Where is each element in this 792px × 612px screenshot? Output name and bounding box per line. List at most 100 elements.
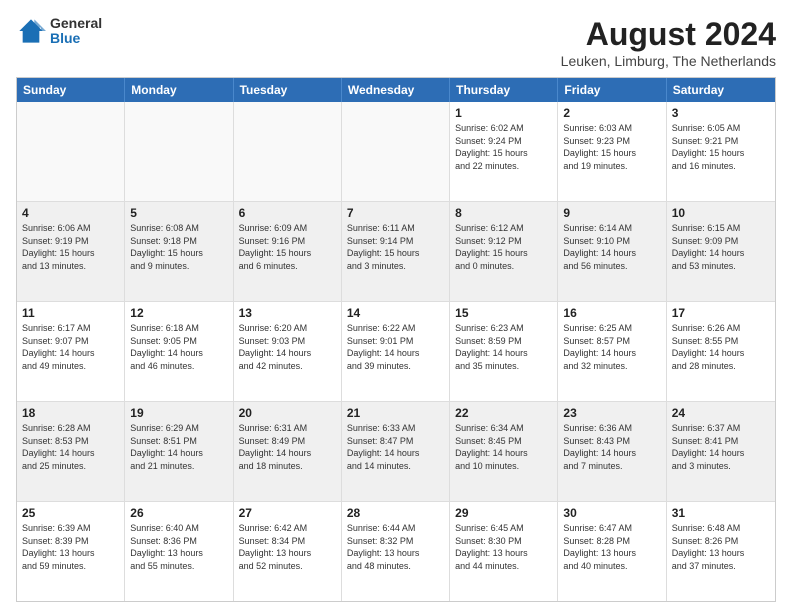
main-title: August 2024 [561,16,776,53]
calendar-cell: 30 Sunrise: 6:47 AM Sunset: 8:28 PM Dayli… [558,502,666,601]
day-info: Sunrise: 6:28 AM Sunset: 8:53 PM Dayligh… [22,422,119,472]
day-number: 26 [130,506,227,520]
calendar-cell: 20 Sunrise: 6:31 AM Sunset: 8:49 PM Dayli… [234,402,342,501]
day-info: Sunrise: 6:08 AM Sunset: 9:18 PM Dayligh… [130,222,227,272]
day-info: Sunrise: 6:15 AM Sunset: 9:09 PM Dayligh… [672,222,770,272]
calendar-cell: 21Sunrise: 6:33 AM Sunset: 8:47 PM Dayli… [342,402,450,501]
day-number: 28 [347,506,444,520]
page: General Blue August 2024 Leuken, Limburg… [0,0,792,612]
calendar-cell: 15Sunrise: 6:23 AM Sunset: 8:59 PM Dayli… [450,302,558,401]
day-number: 30 [563,506,660,520]
day-number: 22 [455,406,552,420]
day-info: Sunrise: 6:11 AM Sunset: 9:14 PM Dayligh… [347,222,444,272]
day-number: 21 [347,406,444,420]
calendar-cell: 24Sunrise: 6:37 AM Sunset: 8:41 PM Dayli… [667,402,775,501]
day-number: 6 [239,206,336,220]
day-number: 24 [672,406,770,420]
calendar-cell: 10Sunrise: 6:15 AM Sunset: 9:09 PM Dayli… [667,202,775,301]
header: General Blue August 2024 Leuken, Limburg… [16,16,776,69]
calendar-cell: 6 Sunrise: 6:09 AM Sunset: 9:16 PM Daylig… [234,202,342,301]
calendar-header-day: Friday [558,78,666,102]
calendar-cell: 22 Sunrise: 6:34 AM Sunset: 8:45 PM Dayli… [450,402,558,501]
calendar-header-day: Thursday [450,78,558,102]
day-number: 25 [22,506,119,520]
day-number: 18 [22,406,119,420]
day-number: 23 [563,406,660,420]
day-info: Sunrise: 6:31 AM Sunset: 8:49 PM Dayligh… [239,422,336,472]
calendar-cell: 5 Sunrise: 6:08 AM Sunset: 9:18 PM Daylig… [125,202,233,301]
day-number: 31 [672,506,770,520]
day-number: 9 [563,206,660,220]
logo-blue: Blue [50,30,80,46]
day-number: 13 [239,306,336,320]
day-info: Sunrise: 6:18 AM Sunset: 9:05 PM Dayligh… [130,322,227,372]
day-info: Sunrise: 6:44 AM Sunset: 8:32 PM Dayligh… [347,522,444,572]
calendar-cell: 23 Sunrise: 6:36 AM Sunset: 8:43 PM Dayli… [558,402,666,501]
day-number: 3 [672,106,770,120]
calendar-cell: 18 Sunrise: 6:28 AM Sunset: 8:53 PM Dayli… [17,402,125,501]
day-number: 17 [672,306,770,320]
day-info: Sunrise: 6:20 AM Sunset: 9:03 PM Dayligh… [239,322,336,372]
day-info: Sunrise: 6:45 AM Sunset: 8:30 PM Dayligh… [455,522,552,572]
logo-general: General [50,15,102,31]
calendar-cell: 2Sunrise: 6:03 AM Sunset: 9:23 PM Daylig… [558,102,666,201]
day-info: Sunrise: 6:05 AM Sunset: 9:21 PM Dayligh… [672,122,770,172]
day-info: Sunrise: 6:26 AM Sunset: 8:55 PM Dayligh… [672,322,770,372]
day-info: Sunrise: 6:09 AM Sunset: 9:16 PM Dayligh… [239,222,336,272]
day-number: 7 [347,206,444,220]
calendar-cell: 19Sunrise: 6:29 AM Sunset: 8:51 PM Dayli… [125,402,233,501]
day-info: Sunrise: 6:36 AM Sunset: 8:43 PM Dayligh… [563,422,660,472]
day-number: 27 [239,506,336,520]
calendar-cell: 8 Sunrise: 6:12 AM Sunset: 9:12 PM Daylig… [450,202,558,301]
day-info: Sunrise: 6:14 AM Sunset: 9:10 PM Dayligh… [563,222,660,272]
calendar-cell: 26Sunrise: 6:40 AM Sunset: 8:36 PM Dayli… [125,502,233,601]
day-number: 5 [130,206,227,220]
subtitle: Leuken, Limburg, The Netherlands [561,53,776,69]
calendar-week: 4Sunrise: 6:06 AM Sunset: 9:19 PM Daylig… [17,202,775,302]
logo: General Blue [16,16,102,47]
calendar-cell [17,102,125,201]
calendar-cell: 1Sunrise: 6:02 AM Sunset: 9:24 PM Daylig… [450,102,558,201]
calendar-cell: 7 Sunrise: 6:11 AM Sunset: 9:14 PM Daylig… [342,202,450,301]
calendar-header-day: Saturday [667,78,775,102]
calendar-body: 1Sunrise: 6:02 AM Sunset: 9:24 PM Daylig… [17,102,775,601]
logo-icon [16,16,46,46]
day-info: Sunrise: 6:48 AM Sunset: 8:26 PM Dayligh… [672,522,770,572]
day-number: 4 [22,206,119,220]
title-area: August 2024 Leuken, Limburg, The Netherl… [561,16,776,69]
day-number: 11 [22,306,119,320]
day-info: Sunrise: 6:29 AM Sunset: 8:51 PM Dayligh… [130,422,227,472]
day-number: 20 [239,406,336,420]
calendar-cell: 9 Sunrise: 6:14 AM Sunset: 9:10 PM Daylig… [558,202,666,301]
calendar: SundayMondayTuesdayWednesdayThursdayFrid… [16,77,776,602]
calendar-cell: 3 Sunrise: 6:05 AM Sunset: 9:21 PM Daylig… [667,102,775,201]
calendar-week: 25 Sunrise: 6:39 AM Sunset: 8:39 PM Dayli… [17,502,775,601]
calendar-header: SundayMondayTuesdayWednesdayThursdayFrid… [17,78,775,102]
calendar-cell: 16Sunrise: 6:25 AM Sunset: 8:57 PM Dayli… [558,302,666,401]
calendar-week: 11 Sunrise: 6:17 AM Sunset: 9:07 PM Dayli… [17,302,775,402]
calendar-header-day: Sunday [17,78,125,102]
calendar-header-day: Tuesday [234,78,342,102]
calendar-cell: 17 Sunrise: 6:26 AM Sunset: 8:55 PM Dayli… [667,302,775,401]
day-info: Sunrise: 6:34 AM Sunset: 8:45 PM Dayligh… [455,422,552,472]
day-number: 14 [347,306,444,320]
day-info: Sunrise: 6:39 AM Sunset: 8:39 PM Dayligh… [22,522,119,572]
calendar-cell: 13 Sunrise: 6:20 AM Sunset: 9:03 PM Dayli… [234,302,342,401]
day-info: Sunrise: 6:47 AM Sunset: 8:28 PM Dayligh… [563,522,660,572]
calendar-cell: 4Sunrise: 6:06 AM Sunset: 9:19 PM Daylig… [17,202,125,301]
day-number: 8 [455,206,552,220]
calendar-header-day: Wednesday [342,78,450,102]
calendar-cell: 29Sunrise: 6:45 AM Sunset: 8:30 PM Dayli… [450,502,558,601]
calendar-cell [342,102,450,201]
day-number: 16 [563,306,660,320]
day-info: Sunrise: 6:17 AM Sunset: 9:07 PM Dayligh… [22,322,119,372]
calendar-cell: 28 Sunrise: 6:44 AM Sunset: 8:32 PM Dayli… [342,502,450,601]
calendar-cell [125,102,233,201]
day-number: 12 [130,306,227,320]
calendar-cell: 11 Sunrise: 6:17 AM Sunset: 9:07 PM Dayli… [17,302,125,401]
calendar-week: 1Sunrise: 6:02 AM Sunset: 9:24 PM Daylig… [17,102,775,202]
day-info: Sunrise: 6:03 AM Sunset: 9:23 PM Dayligh… [563,122,660,172]
day-info: Sunrise: 6:12 AM Sunset: 9:12 PM Dayligh… [455,222,552,272]
calendar-header-day: Monday [125,78,233,102]
day-number: 15 [455,306,552,320]
